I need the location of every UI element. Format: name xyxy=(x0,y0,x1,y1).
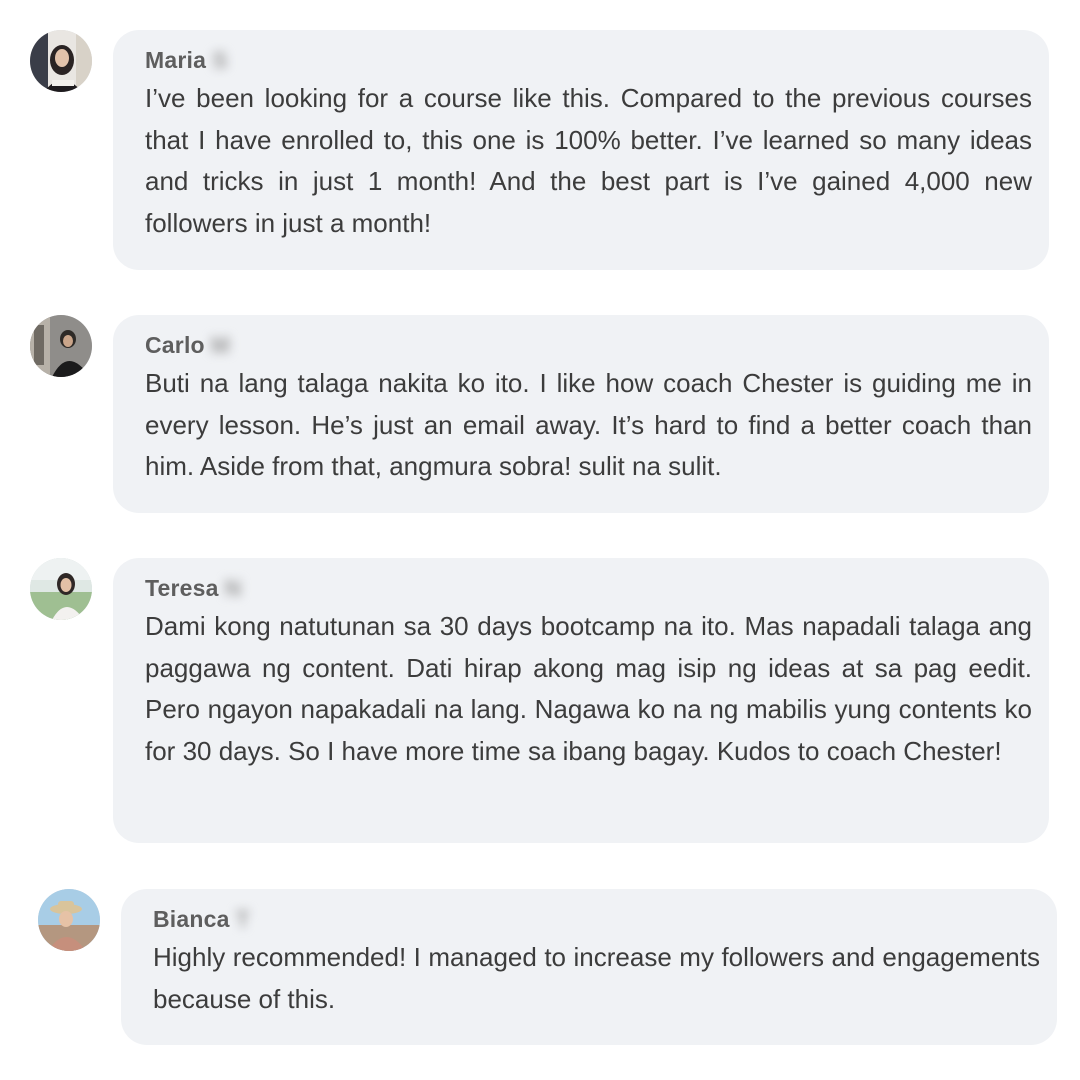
comment-bubble: Carlo M Buti na lang talaga nakita ko it… xyxy=(113,315,1049,513)
comment-text: Highly recommended! I managed to increas… xyxy=(153,942,1040,1014)
comment-bubble: Maria S I’ve been looking for a course l… xyxy=(113,30,1049,270)
commenter-name[interactable]: Bianca xyxy=(153,906,230,933)
user-photo-icon xyxy=(30,315,92,377)
commenter-name[interactable]: Teresa xyxy=(145,575,219,602)
comment-bubble: Bianca T Highly recommended! I managed t… xyxy=(121,889,1057,1045)
comment-text: Dami kong natutunan sa 30 days bootcamp … xyxy=(145,611,1032,767)
avatar[interactable] xyxy=(30,315,92,377)
commenter-surname-blurred: M xyxy=(210,331,230,358)
commenter-surname-blurred: S xyxy=(212,46,228,73)
avatar[interactable] xyxy=(38,889,100,951)
comment-text: Buti na lang talaga nakita ko ito. I lik… xyxy=(145,368,1032,482)
avatar[interactable] xyxy=(30,558,92,620)
commenter-name[interactable]: Carlo xyxy=(145,332,205,359)
commenter-name[interactable]: Maria xyxy=(145,47,206,74)
commenter-surname-blurred: T xyxy=(235,905,250,932)
avatar[interactable] xyxy=(30,30,92,92)
user-photo-icon xyxy=(30,558,92,620)
commenter-surname-blurred: N xyxy=(224,574,242,601)
comment-text: I’ve been looking for a course like this… xyxy=(145,83,1032,239)
comment-bubble: Teresa N Dami kong natutunan sa 30 days … xyxy=(113,558,1049,843)
user-photo-icon xyxy=(38,889,100,951)
user-photo-icon xyxy=(30,30,92,92)
